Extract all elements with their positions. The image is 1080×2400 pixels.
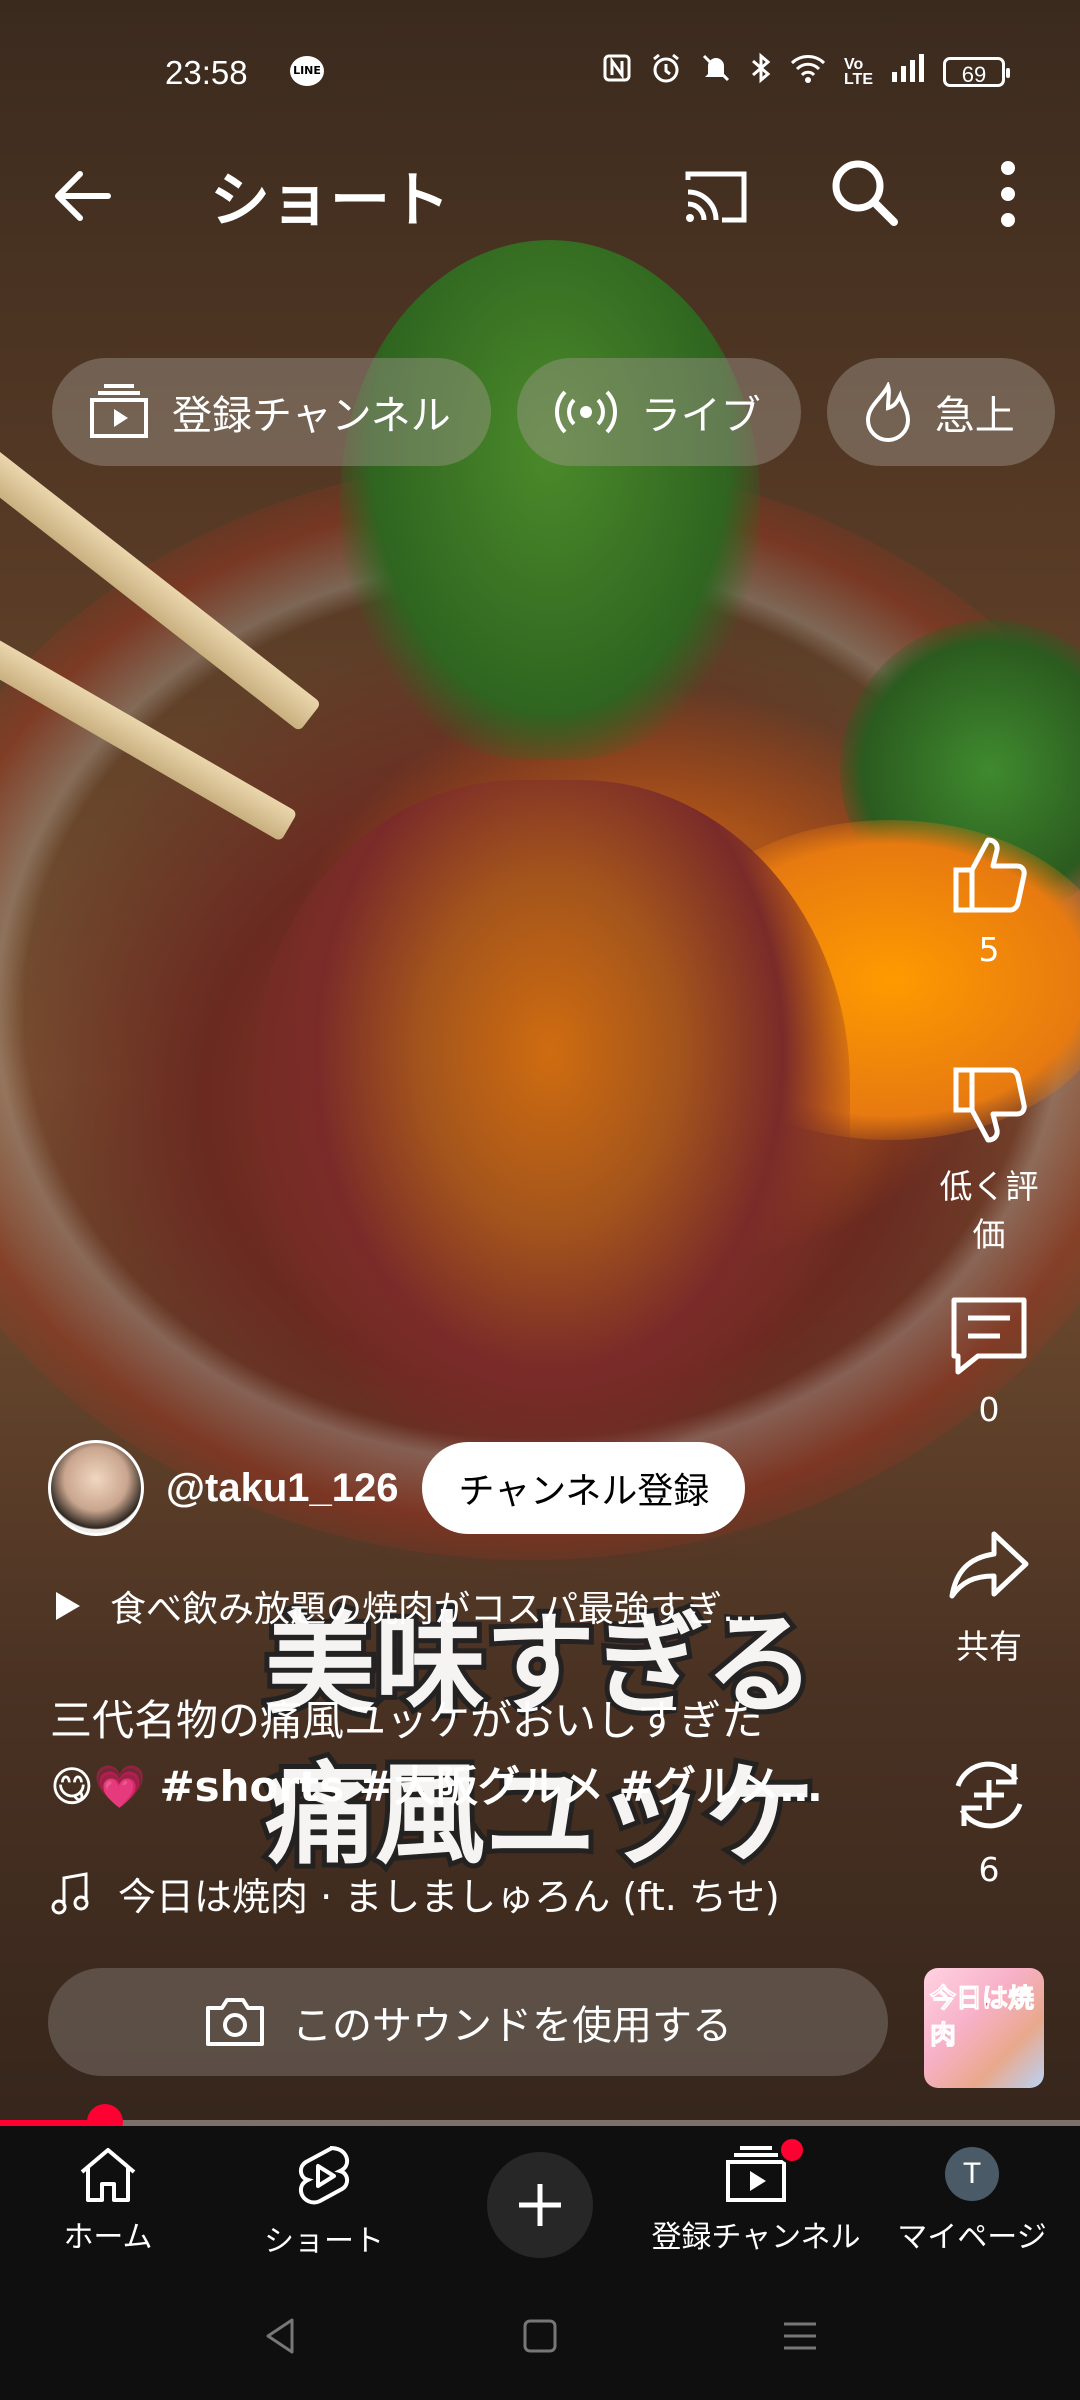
system-recents-button[interactable] xyxy=(780,2316,820,2360)
chip-label: 登録チャンネル xyxy=(172,393,451,439)
home-icon xyxy=(80,2148,136,2202)
nav-create[interactable] xyxy=(432,2126,648,2276)
cast-icon xyxy=(685,171,747,223)
comment-button[interactable]: 0 xyxy=(934,1290,1044,1429)
remix-icon xyxy=(955,1761,1023,1829)
more-options-button[interactable] xyxy=(980,154,1036,234)
battery-icon: 69 xyxy=(943,56,1010,87)
nav-label: ホーム xyxy=(63,2220,153,2255)
bottom-navigation: ホーム ショート 登録チャンネル T マイページ xyxy=(0,2126,1080,2276)
video-description[interactable]: 三代名物の痛風ユッケがおいしすぎた 😋💗 #shorts #大阪グルメ #グルメ… xyxy=(50,1688,880,1820)
sound-title: 今日は焼肉 · ましましゅろん (ft. ちせ) xyxy=(118,1875,780,1919)
dislike-button[interactable]: 低く評価 xyxy=(934,1060,1044,1256)
status-bar: 23:58 LINE Vo LTE 69 xyxy=(0,40,1080,100)
create-button[interactable] xyxy=(487,2152,593,2258)
like-button[interactable]: 5 xyxy=(934,830,1044,969)
nav-label: マイページ xyxy=(897,2220,1047,2255)
share-label: 共有 xyxy=(956,1627,1022,1666)
chip-label: 急上 xyxy=(934,393,1015,439)
triangle-back-icon xyxy=(266,2318,294,2354)
status-icons: Vo LTE 69 xyxy=(602,52,1010,91)
sound-info[interactable]: 今日は焼肉 · ましましゅろん (ft. ちせ) xyxy=(50,1866,910,1921)
filter-chips: 登録チャンネル ライブ 急上 xyxy=(52,358,1055,466)
nav-label: 登録チャンネル xyxy=(651,2220,861,2255)
line-app-icon: LINE xyxy=(290,56,324,86)
live-icon xyxy=(554,390,617,434)
channel-avatar[interactable] xyxy=(48,1440,144,1536)
nav-shorts[interactable]: ショート xyxy=(216,2126,432,2276)
like-count: 5 xyxy=(978,930,1000,969)
more-vertical-icon xyxy=(1001,161,1015,227)
remix-button[interactable]: 6 xyxy=(934,1750,1044,1889)
system-home-button[interactable] xyxy=(520,2316,560,2360)
subscriptions-icon xyxy=(90,384,148,438)
mute-icon xyxy=(700,52,732,91)
wifi-icon xyxy=(790,53,826,90)
dislike-label: 低く評価 xyxy=(939,1167,1039,1254)
description-line: 三代名物の痛風ユッケがおいしすぎた xyxy=(50,1696,764,1745)
search-button[interactable] xyxy=(826,154,902,230)
chip-subscriptions[interactable]: 登録チャンネル xyxy=(52,358,491,466)
nav-label: ショート xyxy=(264,2224,384,2259)
sound-thumbnail[interactable]: 今日は焼肉 xyxy=(924,1968,1044,2088)
square-home-icon xyxy=(523,2319,557,2353)
search-icon xyxy=(832,160,898,226)
use-sound-label: このサウンドを使用する xyxy=(292,2003,732,2049)
description-line: 😋💗 #shorts #大阪グルメ #グルメ… xyxy=(50,1754,880,1820)
back-button[interactable] xyxy=(48,160,120,232)
plus-icon xyxy=(519,2184,561,2226)
alarm-icon xyxy=(650,52,682,91)
cast-button[interactable] xyxy=(680,160,756,236)
share-button[interactable]: 共有 xyxy=(934,1520,1044,1668)
sound-thumbnail-text: 今日は焼肉 xyxy=(930,1984,1035,2052)
chip-label: ライブ xyxy=(640,393,761,439)
description-emoji: 😋💗 xyxy=(50,1762,147,1811)
page-title: ショート xyxy=(210,166,450,236)
status-time: 23:58 xyxy=(165,54,248,91)
comment-icon xyxy=(951,1297,1027,1375)
nfc-icon xyxy=(602,53,632,90)
channel-handle[interactable]: @taku1_126 xyxy=(166,1466,398,1511)
subscribe-button[interactable]: チャンネル登録 xyxy=(422,1442,746,1534)
trending-icon xyxy=(865,382,910,442)
shorts-screen: 美味すぎる 痛風ユッケ 23:58 LINE Vo LTE 69 ショート 登録… xyxy=(0,0,1080,2400)
thumbs-down-icon xyxy=(953,1067,1027,1143)
share-icon xyxy=(949,1531,1029,1599)
chip-trending[interactable]: 急上 xyxy=(826,358,1055,466)
related-video-title: 食べ飲み放題の焼肉がコスパ最強すぎ… xyxy=(110,1589,759,1630)
system-back-button[interactable] xyxy=(260,2316,300,2360)
meat-shape xyxy=(250,780,850,1460)
remix-count: 6 xyxy=(978,1850,1000,1889)
play-icon xyxy=(56,1592,80,1620)
camera-icon xyxy=(206,1998,264,2046)
nav-subscriptions[interactable]: 登録チャンネル xyxy=(648,2126,864,2276)
chip-live[interactable]: ライブ xyxy=(516,358,801,466)
description-hashtags[interactable]: #shorts #大阪グルメ #グルメ… xyxy=(159,1762,821,1811)
shorts-icon xyxy=(299,2146,349,2205)
related-video-link[interactable]: 食べ飲み放題の焼肉がコスパ最強すぎ… xyxy=(52,1580,892,1632)
top-app-bar: ショート xyxy=(0,140,1080,240)
music-note-icon xyxy=(51,1871,89,1914)
channel-row: @taku1_126 チャンネル登録 xyxy=(48,1440,746,1536)
arrow-left-icon xyxy=(55,171,111,221)
comment-count: 0 xyxy=(978,1390,1000,1429)
new-content-badge xyxy=(778,2136,806,2164)
menu-lines-icon xyxy=(784,2322,816,2350)
system-navigation xyxy=(0,2276,1080,2400)
volte-icon: Vo LTE xyxy=(843,55,873,88)
bluetooth-icon xyxy=(750,52,772,91)
shiso-leaf-shape xyxy=(340,240,760,760)
signal-icon xyxy=(891,54,925,89)
thumbs-up-icon xyxy=(953,837,1027,913)
nav-mypage[interactable]: T マイページ xyxy=(864,2126,1080,2276)
use-sound-button[interactable]: このサウンドを使用する xyxy=(48,1968,888,2076)
nav-home[interactable]: ホーム xyxy=(0,2126,216,2276)
account-avatar: T xyxy=(945,2147,999,2201)
